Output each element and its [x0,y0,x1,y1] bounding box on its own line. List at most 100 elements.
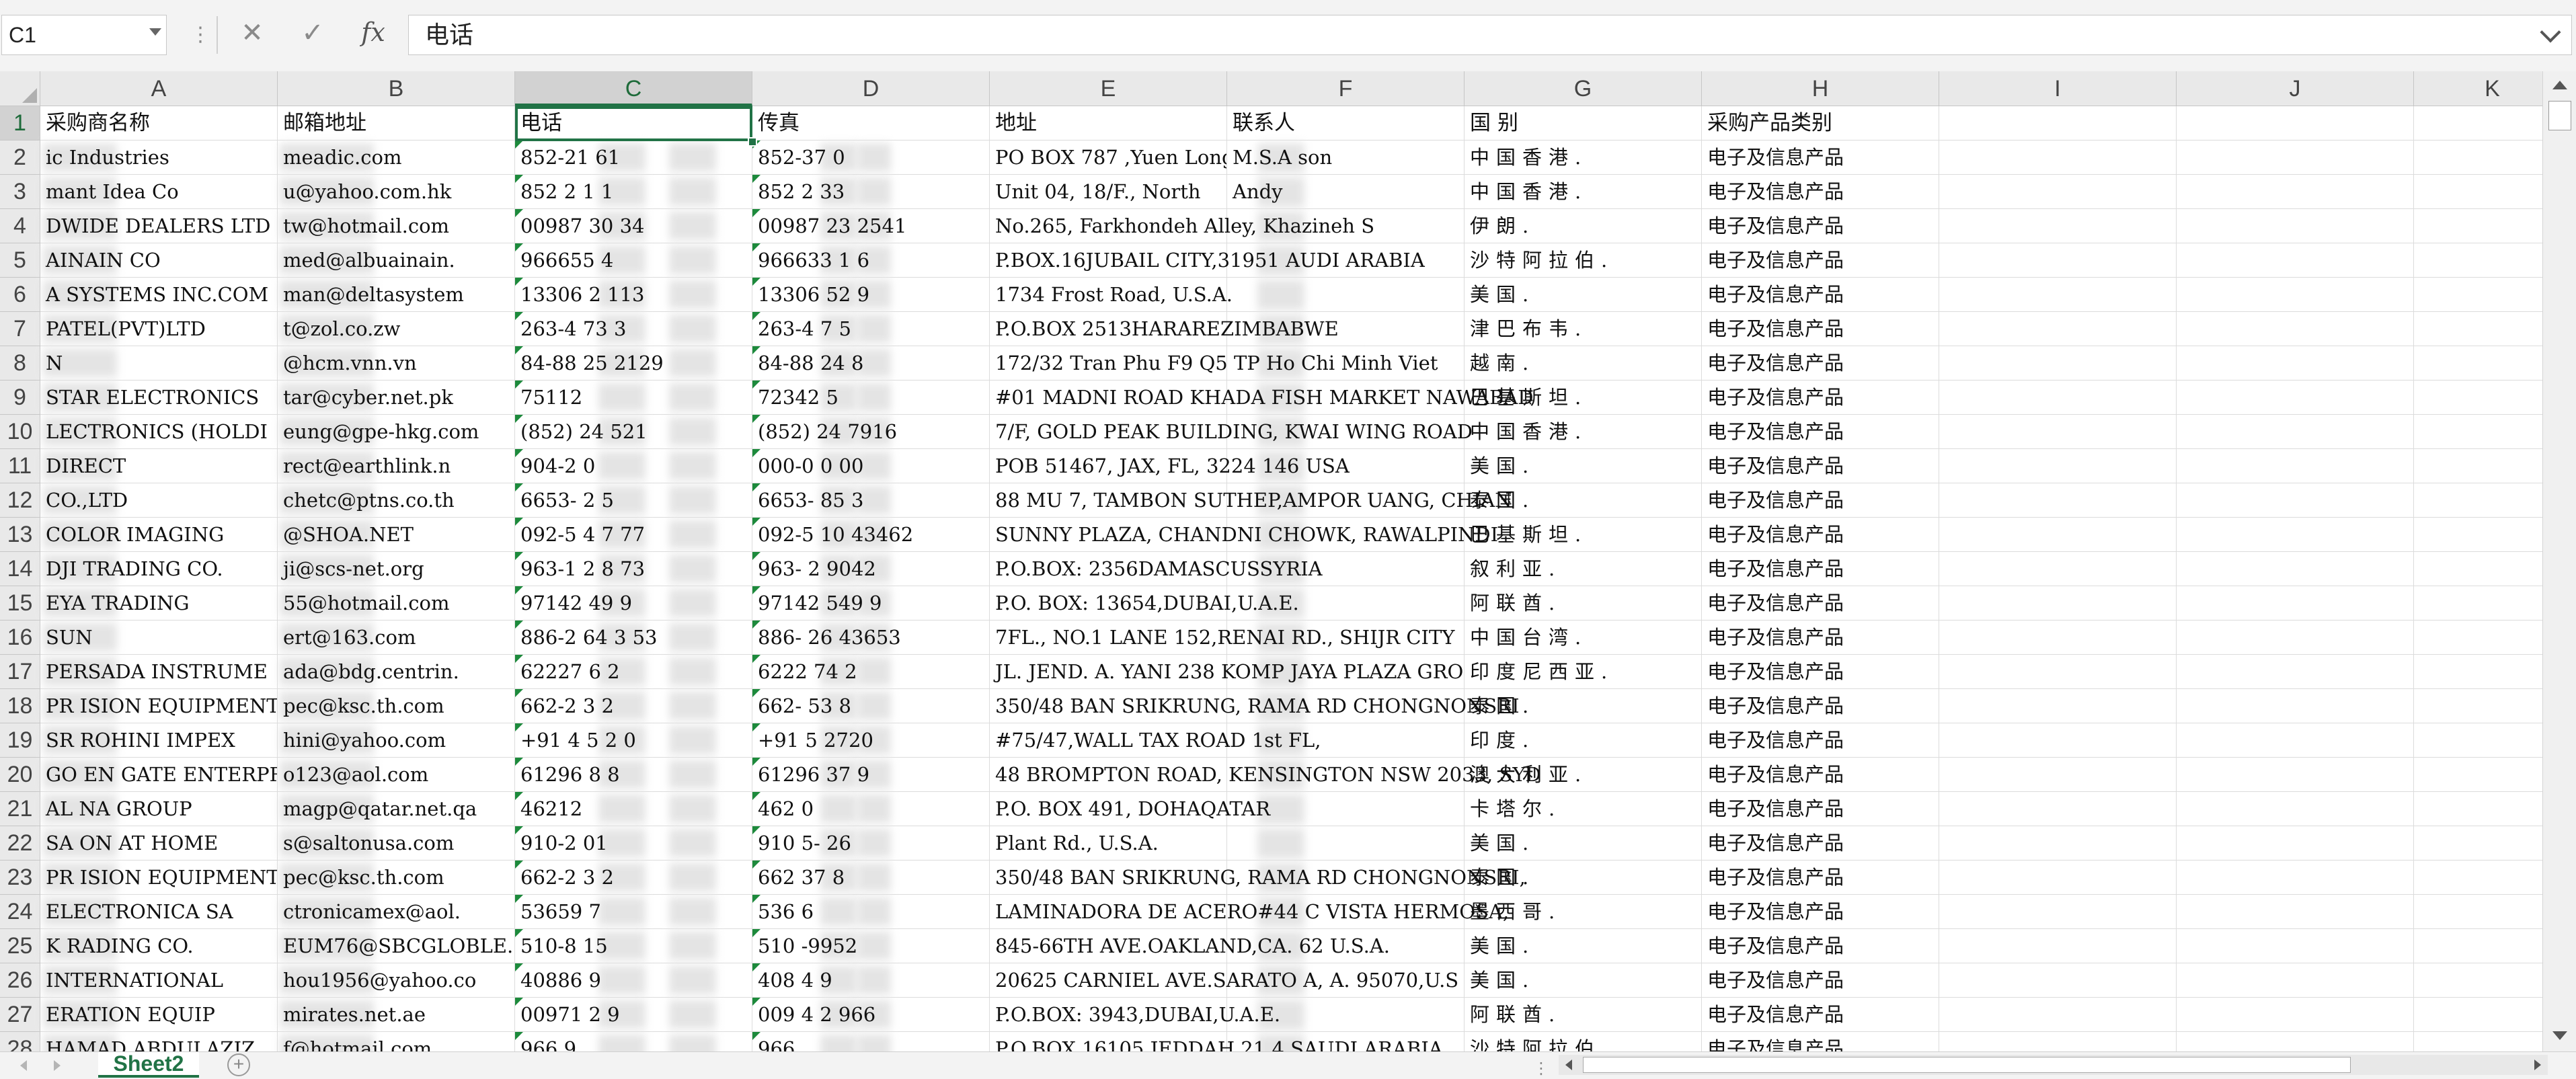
row-header[interactable]: 9 [0,381,40,415]
table-cell[interactable] [2177,998,2414,1032]
table-cell[interactable]: 电子及信息产品 [1702,826,1939,861]
table-cell[interactable] [2414,586,2542,621]
table-cell[interactable]: 卡塔尔. [1465,792,1702,826]
table-cell[interactable] [2177,963,2414,998]
column-header-e[interactable]: E [990,71,1227,106]
table-cell[interactable] [1939,723,2177,758]
table-cell[interactable]: 电子及信息产品 [1702,381,1939,415]
table-cell[interactable]: 阿联酋. [1465,998,1702,1032]
table-cell[interactable]: 7FL., NO.1 LANE 152,RENAI RD., SHIJR CIT… [990,621,1454,655]
table-cell[interactable] [1939,552,2177,586]
table-cell[interactable] [2177,1032,2414,1051]
table-cell[interactable] [1939,689,2177,723]
table-cell[interactable] [2414,312,2542,346]
table-cell[interactable]: 172/32 Tran Phu F9 Q5 TP Ho Chi Minh Vie… [990,346,1438,381]
header-cell[interactable]: 采购商名称 [40,106,278,141]
table-cell[interactable]: 美国. [1465,826,1702,861]
table-cell[interactable] [2414,518,2542,552]
row-header[interactable]: 21 [0,792,40,826]
column-header-j[interactable]: J [2177,71,2414,106]
table-cell[interactable] [2414,243,2542,278]
table-cell[interactable]: 电子及信息产品 [1702,518,1939,552]
row-header[interactable]: 23 [0,861,40,895]
table-cell[interactable] [2414,861,2542,895]
column-header-k[interactable]: K [2414,71,2542,106]
table-cell[interactable]: PO BOX 787 ,Yuen Long [990,141,1227,175]
table-cell[interactable]: 电子及信息产品 [1702,141,1939,175]
expand-formula-bar-icon[interactable] [2540,22,2561,43]
table-cell[interactable] [2177,312,2414,346]
table-cell[interactable] [1939,963,2177,998]
table-cell[interactable]: 美国. [1465,963,1702,998]
scroll-down-icon[interactable] [2552,1031,2567,1040]
table-cell[interactable] [2414,1032,2542,1051]
column-header-f[interactable]: F [1227,71,1465,106]
table-cell[interactable]: 伊朗. [1465,209,1702,243]
header-cell[interactable]: 采购产品类别 [1702,106,1939,141]
table-cell[interactable]: #01 MADNI ROAD KHADA FISH MARKET NAWABAD [990,381,1533,415]
formula-input[interactable]: 电话 [408,15,2572,55]
column-header-g[interactable]: G [1465,71,1702,106]
fill-handle[interactable] [748,137,757,147]
row-header[interactable]: 14 [0,552,40,586]
column-header-b[interactable]: B [278,71,515,106]
table-cell[interactable] [1939,826,2177,861]
scroll-left-icon[interactable] [1565,1060,1572,1070]
table-cell[interactable]: No.265, Farkhondeh Alley, Khazineh S [990,209,1374,243]
table-cell[interactable] [2414,758,2542,792]
table-cell[interactable] [2177,552,2414,586]
table-cell[interactable]: #75/47,WALL TAX ROAD 1st FL, [990,723,1321,758]
table-cell[interactable] [1939,518,2177,552]
header-cell[interactable]: 地址 [990,106,1227,141]
header-cell[interactable]: 传真 [752,106,990,141]
table-cell[interactable] [1939,998,2177,1032]
row-header[interactable]: 11 [0,449,40,483]
table-cell[interactable]: P.O. BOX 491, DOHAQATAR [990,792,1270,826]
table-cell[interactable] [2177,929,2414,963]
row-header[interactable]: 26 [0,963,40,998]
horizontal-scroll-thumb[interactable] [1583,1057,2351,1073]
table-cell[interactable] [2177,586,2414,621]
table-cell[interactable]: P.O.BOX: 3943,DUBAI,U.A.E. [990,998,1280,1032]
table-cell[interactable]: 巴基斯坦. [1465,381,1702,415]
table-cell[interactable] [2414,826,2542,861]
row-header[interactable]: 1 [0,106,40,141]
table-cell[interactable]: 350/48 BAN SRIKRUNG, RAMA RD CHONGNONSRI [990,689,1520,723]
column-header-d[interactable]: D [752,71,990,106]
table-cell[interactable] [2414,655,2542,689]
row-header[interactable]: 2 [0,141,40,175]
row-header[interactable]: 28 [0,1032,40,1051]
table-cell[interactable]: 电子及信息产品 [1702,415,1939,449]
header-cell[interactable] [2414,106,2542,141]
add-sheet-icon[interactable]: + [227,1053,250,1076]
table-cell[interactable] [1939,415,2177,449]
table-cell[interactable]: 1734 Frost Road, U.S.A. [990,278,1233,312]
table-cell[interactable] [2414,141,2542,175]
header-cell[interactable]: 国别 [1465,106,1702,141]
row-header[interactable]: 25 [0,929,40,963]
table-cell[interactable] [2414,483,2542,518]
row-header[interactable]: 19 [0,723,40,758]
table-cell[interactable]: 350/48 BAN SRIKRUNG, RAMA RD CHONGNONSRI… [990,861,1526,895]
table-cell[interactable] [2177,655,2414,689]
table-cell[interactable]: 中国香港. [1465,175,1702,209]
table-cell[interactable] [2414,689,2542,723]
table-cell[interactable]: 88 MU 7, TAMBON SUTHEP,AMPOR UANG, CHIAN [990,483,1512,518]
next-sheet-icon[interactable] [54,1060,61,1071]
select-all-button[interactable] [0,71,40,106]
chevron-down-icon[interactable] [149,28,161,36]
header-cell[interactable]: 电话 [515,106,752,141]
table-cell[interactable]: 沙特阿拉伯. [1465,1032,1702,1051]
prev-sheet-icon[interactable] [20,1060,27,1071]
row-header[interactable]: 27 [0,998,40,1032]
table-cell[interactable] [1939,929,2177,963]
table-cell[interactable]: P.O.BOX 2513HARAREZIMBABWE [990,312,1339,346]
header-cell[interactable] [1939,106,2177,141]
table-cell[interactable] [1939,483,2177,518]
row-header[interactable]: 24 [0,895,40,929]
table-cell[interactable]: 电子及信息产品 [1702,689,1939,723]
table-cell[interactable] [2177,826,2414,861]
table-cell[interactable]: 电子及信息产品 [1702,929,1939,963]
table-cell[interactable] [2414,929,2542,963]
table-cell[interactable] [2177,175,2414,209]
